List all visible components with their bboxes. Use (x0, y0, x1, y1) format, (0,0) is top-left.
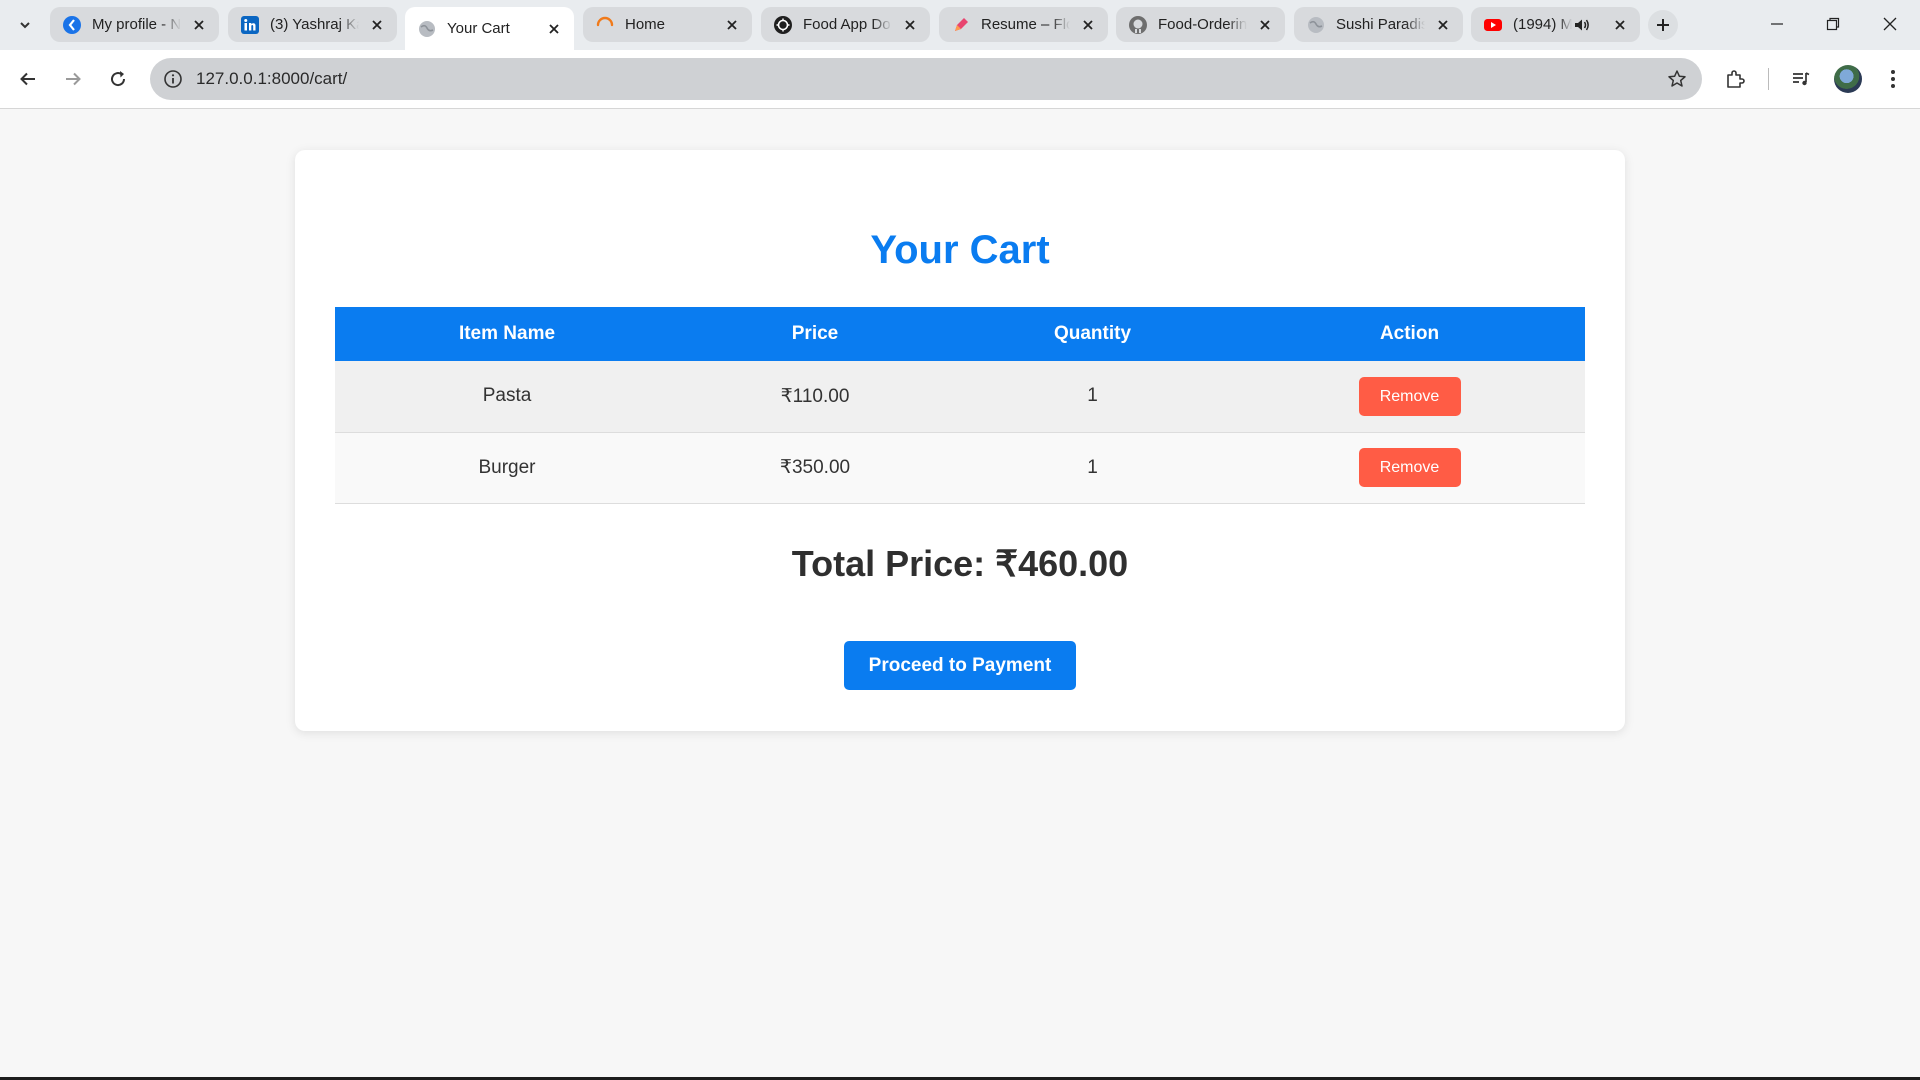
forward-arrow-icon[interactable] (58, 64, 88, 94)
menu-kebab-icon[interactable] (1878, 64, 1908, 94)
tab-title: (1994) M (1513, 16, 1572, 33)
tab-title: (3) Yashraj Ka (270, 16, 359, 33)
column-header-quantity: Quantity (951, 307, 1234, 361)
close-window-icon[interactable] (1873, 9, 1907, 39)
table-row: Pasta ₹110.00 1 Remove (335, 361, 1585, 433)
proceed-to-payment-button[interactable]: Proceed to Payment (844, 641, 1076, 690)
tab-title: Sushi Paradis (1336, 16, 1425, 33)
url-text[interactable]: 127.0.0.1:8000/cart/ (196, 69, 347, 89)
close-icon[interactable] (722, 15, 742, 35)
tab-title: My profile - N (92, 16, 181, 33)
close-icon[interactable] (1255, 15, 1275, 35)
chatgpt-favicon (773, 15, 793, 35)
tab-title: Food-Orderin (1158, 16, 1247, 33)
tab-github-food-ordering[interactable]: Food-Orderin (1116, 7, 1285, 42)
table-row: Burger ₹350.00 1 Remove (335, 432, 1585, 504)
quantity-cell: 1 (951, 361, 1234, 433)
close-icon[interactable] (189, 15, 209, 35)
remove-button[interactable]: Remove (1358, 376, 1461, 416)
tab-resume[interactable]: Resume – Flo (939, 7, 1108, 42)
tab-your-cart[interactable]: Your Cart (405, 7, 574, 50)
extensions-puzzle-icon[interactable] (1720, 64, 1750, 94)
column-header-action: Action (1234, 307, 1585, 361)
item-name-cell: Pasta (335, 361, 679, 433)
action-cell: Remove (1234, 432, 1585, 504)
loading-spinner-favicon (595, 15, 615, 35)
tab-home[interactable]: Home (583, 7, 752, 42)
table-header-row: Item Name Price Quantity Action (335, 307, 1585, 361)
tab-title: Resume – Flo (981, 16, 1070, 33)
close-icon[interactable] (544, 19, 564, 39)
tab-search-chevron-icon[interactable] (12, 12, 38, 38)
tab-title: Home (625, 16, 666, 33)
new-tab-button[interactable] (1648, 10, 1678, 40)
close-icon[interactable] (1610, 15, 1630, 35)
back-arrow-icon[interactable] (13, 64, 43, 94)
close-icon[interactable] (900, 15, 920, 35)
item-name-cell: Burger (335, 432, 679, 504)
price-cell: ₹110.00 (679, 361, 951, 433)
tab-linkedin[interactable]: (3) Yashraj Ka (228, 7, 397, 42)
price-cell: ₹350.00 (679, 432, 951, 504)
close-icon[interactable] (1433, 15, 1453, 35)
action-cell: Remove (1234, 361, 1585, 433)
bookmark-star-icon[interactable] (1666, 68, 1688, 90)
cart-table: Item Name Price Quantity Action Pasta ₹1… (335, 307, 1585, 504)
restore-icon[interactable] (1816, 9, 1850, 39)
pen-favicon (951, 15, 971, 35)
site-info-icon[interactable] (162, 68, 184, 90)
globe-favicon (417, 19, 437, 39)
close-icon[interactable] (1078, 15, 1098, 35)
circle-k-favicon (62, 15, 82, 35)
github-favicon (1128, 15, 1148, 35)
tab-youtube[interactable]: (1994) M (1471, 7, 1640, 42)
tab-food-app-doc[interactable]: Food App Do (761, 7, 930, 42)
column-header-item-name: Item Name (335, 307, 679, 361)
page-title: Your Cart (870, 228, 1050, 272)
remove-button[interactable]: Remove (1358, 448, 1461, 487)
tab-title: Food App Do (803, 16, 891, 33)
browser-toolbar: 127.0.0.1:8000/cart/ (0, 50, 1920, 109)
profile-avatar[interactable] (1834, 65, 1862, 93)
column-header-price: Price (679, 307, 951, 361)
tab-sushi-paradise[interactable]: Sushi Paradis (1294, 7, 1463, 42)
total-price: Total Price: ₹460.00 (791, 543, 1129, 584)
toolbar-divider (1768, 68, 1769, 90)
tab-strip: My profile - N (3) Yashraj Ka Your Cart … (0, 0, 1920, 50)
tab-title: Your Cart (447, 20, 510, 37)
quantity-cell: 1 (951, 432, 1234, 504)
page-viewport: Your Cart Item Name Price Quantity Actio… (0, 110, 1920, 1077)
linkedin-favicon (240, 15, 260, 35)
close-icon[interactable] (367, 15, 387, 35)
minimize-icon[interactable] (1760, 9, 1794, 39)
speaker-icon[interactable] (1572, 15, 1592, 35)
cart-card: Your Cart Item Name Price Quantity Actio… (295, 150, 1625, 731)
tab-my-profile[interactable]: My profile - N (50, 7, 219, 42)
media-controls-icon[interactable] (1786, 64, 1816, 94)
address-bar[interactable]: 127.0.0.1:8000/cart/ (150, 58, 1702, 100)
globe-favicon (1306, 15, 1326, 35)
youtube-favicon (1483, 15, 1503, 35)
reload-icon[interactable] (103, 64, 133, 94)
